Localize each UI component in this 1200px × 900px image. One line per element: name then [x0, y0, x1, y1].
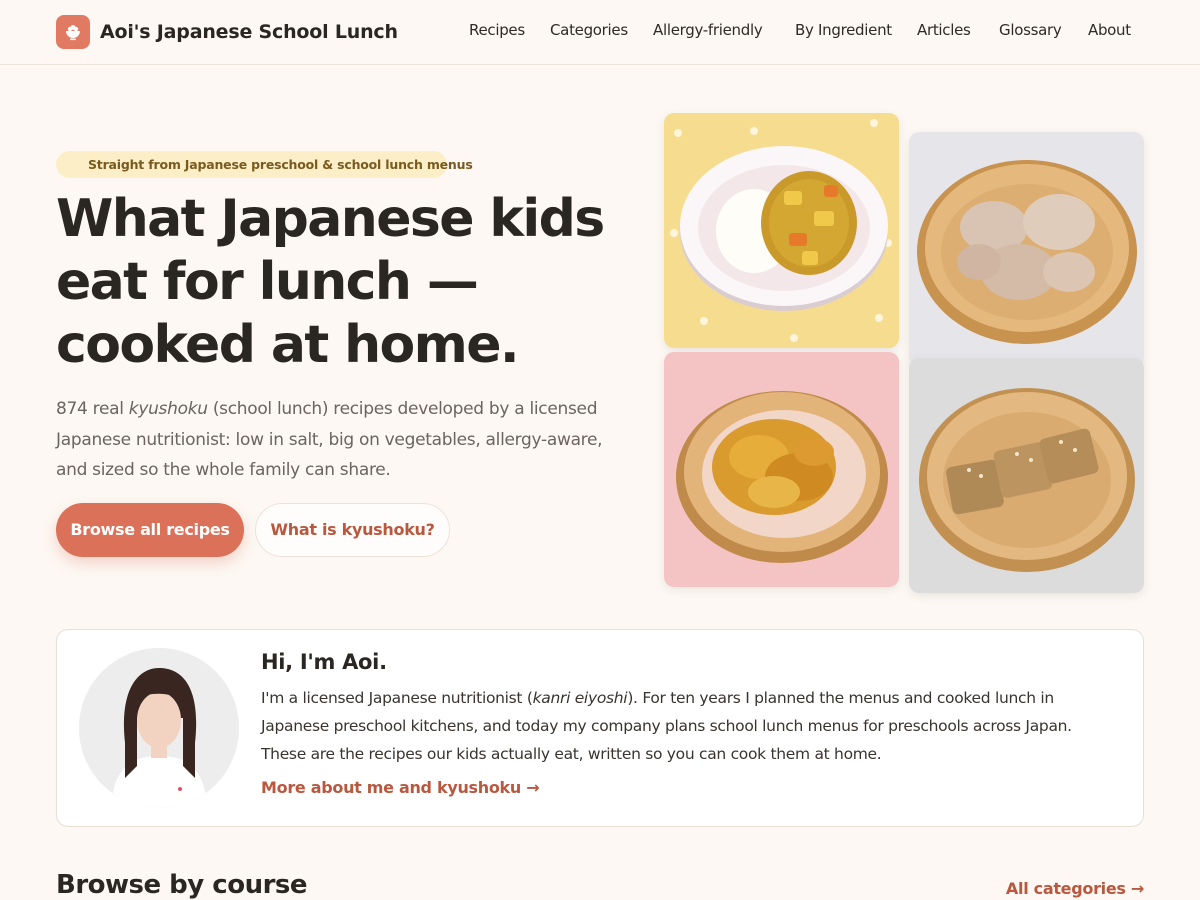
browse-recipes-button[interactable]: Browse all recipes [56, 503, 244, 557]
about-card: Hi, I'm Aoi. I'm a licensed Japanese nut… [56, 629, 1144, 827]
vegetable-fritter-photo[interactable] [664, 352, 899, 587]
nav-about[interactable]: About [1088, 21, 1131, 39]
nav-recipes[interactable]: Recipes [469, 21, 525, 39]
nav-articles[interactable]: Articles [917, 21, 971, 39]
curry-rice-photo[interactable] [664, 113, 899, 348]
all-categories-link[interactable]: All categories → [1006, 879, 1144, 898]
nav-categories[interactable]: Categories [550, 21, 628, 39]
brand-link[interactable]: Aoi's Japanese School Lunch [56, 15, 398, 49]
fried-chicken-photo[interactable] [909, 132, 1144, 367]
hero-subtitle: 874 real kyushoku (school lunch) recipes… [56, 399, 603, 480]
hero-title: What Japanese kids eat for lunch — cooke… [56, 189, 605, 375]
nav-by-ingredient[interactable]: By Ingredient [795, 21, 892, 39]
about-me-link[interactable]: More about me and kyushoku → [261, 778, 540, 797]
avatar [79, 648, 239, 808]
about-text: I'm a licensed Japanese nutritionist (ka… [261, 689, 1072, 763]
hero-badge: Straight from Japanese preschool & schoo… [56, 151, 473, 178]
rice-bowl-icon [56, 15, 90, 49]
section-title: Browse by course [56, 870, 308, 900]
nav-allergy-friendly[interactable]: Allergy-friendly [653, 21, 763, 39]
about-title: Hi, I'm Aoi. [261, 650, 387, 674]
nav-glossary[interactable]: Glossary [999, 21, 1062, 39]
what-is-kyushoku-button[interactable]: What is kyushoku? [255, 503, 450, 557]
site-header: Aoi's Japanese School Lunch Recipes Cate… [0, 0, 1200, 65]
term-kanri-eiyoshi: kanri eiyoshi [532, 689, 628, 707]
brand-name: Aoi's Japanese School Lunch [100, 21, 398, 43]
sesame-bites-photo[interactable] [909, 358, 1144, 593]
term-kyushoku: kyushoku [128, 399, 208, 419]
